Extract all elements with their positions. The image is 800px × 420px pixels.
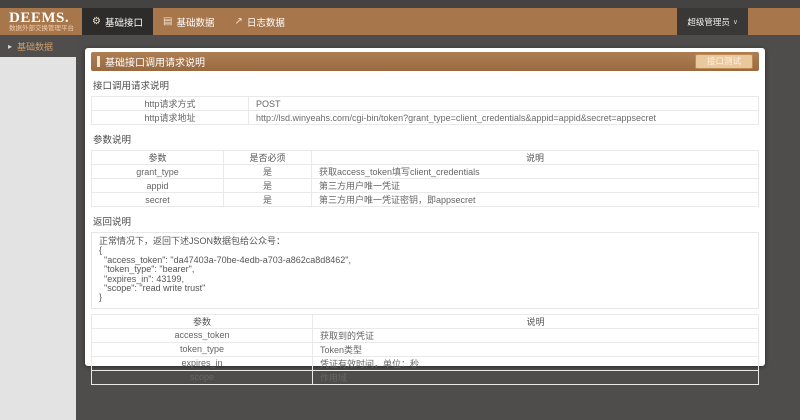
request-key: http请求地址	[92, 111, 249, 125]
app-header: DEEMS. 数据外部交换管理平台 ⚙ 基础接口 ▤ 基础数据 ↗ 日志数据 超…	[0, 8, 800, 35]
param-name: grant_type	[92, 165, 224, 179]
param-desc: 获取access_token填写client_credentials	[312, 165, 759, 179]
return-param-name: expires_in	[92, 356, 313, 370]
response-intro: 正常情况下，返回下述JSON数据包给公众号：	[99, 237, 751, 246]
column-header: 参数	[92, 314, 313, 328]
table-header-row: 参数 说明	[92, 314, 759, 328]
return-param-desc: 作用域	[313, 370, 759, 384]
section-label-request: 接口调用请求说明	[93, 78, 759, 92]
return-param-desc: 凭证有效时间，单位：秒	[313, 356, 759, 370]
title-accent-bar	[97, 56, 100, 67]
return-param-desc: 获取到的凭证	[313, 328, 759, 342]
column-header: 说明	[312, 151, 759, 165]
return-param-desc: Token类型	[313, 342, 759, 356]
table-row: access_token 获取到的凭证	[92, 328, 759, 342]
return-param-name: access_token	[92, 328, 313, 342]
tab-label: 基础数据	[176, 15, 214, 29]
table-row: expires_in 凭证有效时间，单位：秒	[92, 356, 759, 370]
sidebar-item-basic-data[interactable]: ▸ 基础数据	[0, 35, 76, 57]
brand-tagline: 数据外部交换管理平台	[9, 25, 82, 32]
param-name: secret	[92, 193, 224, 207]
request-url: http://lsd.winyeahs.com/cgi-bin/token?gr…	[249, 111, 759, 125]
sidebar-item-label: 基础数据	[17, 40, 53, 53]
column-header: 说明	[313, 314, 759, 328]
caret-right-icon: ▸	[8, 42, 12, 51]
param-required: 是	[224, 193, 312, 207]
table-row: scope 作用域	[92, 370, 759, 384]
main-nav: ⚙ 基础接口 ▤ 基础数据 ↗ 日志数据	[82, 8, 295, 35]
params-table: 参数 是否必须 说明 grant_type 是 获取access_token填写…	[91, 150, 759, 207]
api-test-button[interactable]: 接口测试	[695, 54, 753, 69]
chevron-down-icon: ∨	[733, 18, 738, 26]
user-menu[interactable]: 超级管理员 ∨	[677, 8, 748, 35]
tab-label: 基础接口	[105, 15, 143, 29]
panel-title: 基础接口调用请求说明	[105, 54, 205, 69]
top-strip	[0, 0, 800, 8]
request-key: http请求方式	[92, 97, 249, 111]
json-line: "token_type": "bearer",	[99, 265, 751, 274]
table-row: grant_type 是 获取access_token填写client_cred…	[92, 165, 759, 179]
column-header: 是否必须	[224, 151, 312, 165]
header-spacer	[295, 8, 678, 35]
tab-basic-data[interactable]: ▤ 基础数据	[153, 8, 224, 35]
param-desc: 第三方用户唯一凭证密钥，即appsecret	[312, 193, 759, 207]
json-line: "scope": "read write trust"	[99, 284, 751, 293]
table-row: appid 是 第三方用户唯一凭证	[92, 179, 759, 193]
json-line: }	[99, 293, 751, 302]
tab-label: 日志数据	[247, 15, 285, 29]
table-row: http请求地址 http://lsd.winyeahs.com/cgi-bin…	[92, 111, 759, 125]
user-menu-label: 超级管理员	[687, 16, 730, 28]
tab-log-data[interactable]: ↗ 日志数据	[224, 8, 294, 35]
return-params-table: 参数 说明 access_token 获取到的凭证 token_type Tok…	[91, 314, 759, 385]
log-arrow-icon: ↗	[234, 17, 242, 27]
panel-titlebar: 基础接口调用请求说明 接口测试	[91, 52, 759, 71]
table-row: secret 是 第三方用户唯一凭证密钥，即appsecret	[92, 193, 759, 207]
return-param-name: scope	[92, 370, 313, 384]
param-required: 是	[224, 165, 312, 179]
sidebar: ▸ 基础数据	[0, 35, 76, 420]
response-json-box: 正常情况下，返回下述JSON数据包给公众号： { "access_token":…	[91, 232, 759, 309]
param-required: 是	[224, 179, 312, 193]
table-row: token_type Token类型	[92, 342, 759, 356]
request-value: POST	[249, 97, 759, 111]
content-panel: 基础接口调用请求说明 接口测试 接口调用请求说明 http请求方式 POST h…	[85, 48, 765, 366]
json-line: "access_token": "da47403a-70be-4edb-a703…	[99, 256, 751, 265]
param-name: appid	[92, 179, 224, 193]
brand-logo: DEEMS.	[9, 11, 82, 25]
section-label-params: 参数说明	[93, 132, 759, 146]
tab-basic-interface[interactable]: ⚙ 基础接口	[82, 8, 153, 35]
column-header: 参数	[92, 151, 224, 165]
return-param-name: token_type	[92, 342, 313, 356]
gear-icon: ⚙	[92, 17, 101, 27]
grid-icon: ▤	[163, 17, 172, 27]
section-label-response: 返回说明	[93, 214, 759, 228]
request-table: http请求方式 POST http请求地址 http://lsd.winyea…	[91, 96, 759, 125]
brand: DEEMS. 数据外部交换管理平台	[0, 8, 82, 35]
param-desc: 第三方用户唯一凭证	[312, 179, 759, 193]
table-row: http请求方式 POST	[92, 97, 759, 111]
table-header-row: 参数 是否必须 说明	[92, 151, 759, 165]
